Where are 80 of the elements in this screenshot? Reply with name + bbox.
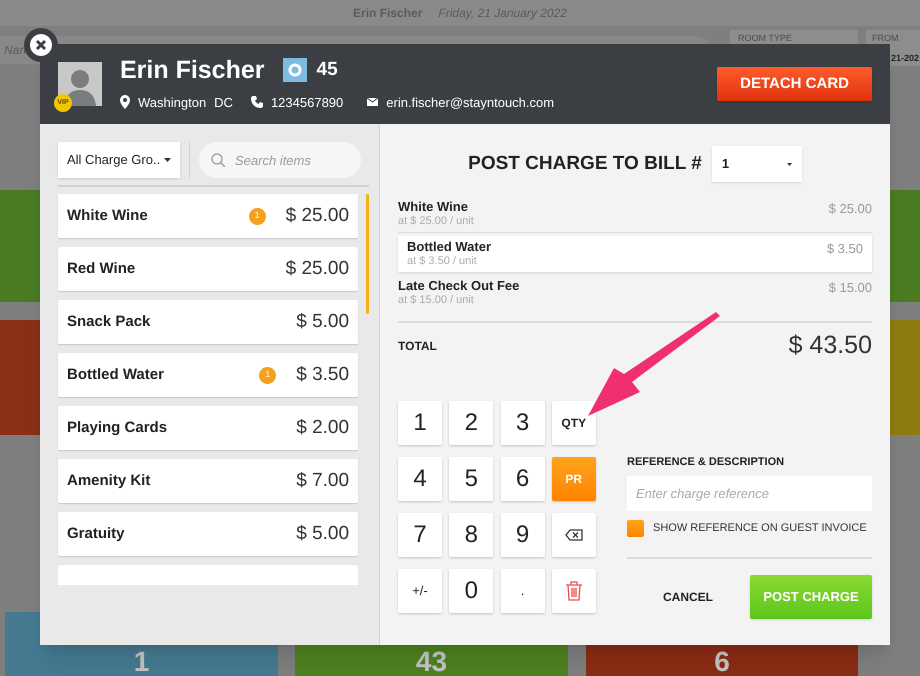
item-name: Bottled Water xyxy=(67,364,165,385)
item-name: Red Wine xyxy=(67,258,136,279)
item-price: $ 7.00 xyxy=(296,468,350,493)
caret-icon xyxy=(786,162,792,166)
charge-item[interactable]: White Wine 1 $ 25.00 xyxy=(58,194,358,238)
reference-label: REFERENCE & DESCRIPTION xyxy=(627,454,786,470)
keypad-key[interactable]: 5 xyxy=(449,456,494,501)
keypad-key[interactable]: 2 xyxy=(449,400,494,444)
item-price: $ 25.00 xyxy=(286,256,350,281)
line-amount: $ 3.50 xyxy=(826,240,863,258)
keypad-key[interactable]: QTY xyxy=(552,400,596,444)
line-name: White Wine xyxy=(398,199,469,216)
room-number: 45 xyxy=(316,58,338,82)
field-label: ROOM TYPE xyxy=(738,33,793,43)
guest-city: Washington xyxy=(138,94,206,112)
checkbox[interactable] xyxy=(627,520,644,537)
line-unit-price: at $ 25.00 / unit xyxy=(398,215,474,229)
room-icon xyxy=(282,58,306,82)
line-name: Late Check Out Fee xyxy=(398,278,520,294)
bill-title: POST CHARGE TO BILL # xyxy=(468,152,702,176)
keypad-key[interactable]: . xyxy=(500,568,544,613)
guest-email: erin.fischer@stayntouch.com xyxy=(386,94,554,112)
item-price: $ 5.00 xyxy=(296,522,350,546)
keypad-key[interactable]: 4 xyxy=(398,456,442,501)
charge-item[interactable]: Snack Pack $ 5.00 xyxy=(58,300,358,344)
keypad-key[interactable]: 9 xyxy=(500,512,544,557)
count-badge: 1 xyxy=(259,366,276,384)
item-price: $ 3.50 xyxy=(296,362,350,387)
keypad-key[interactable]: 3 xyxy=(500,400,544,444)
keypad-key[interactable]: 8 xyxy=(449,512,494,557)
field-label: FROM xyxy=(872,33,900,43)
total-label: TOTAL xyxy=(398,338,437,355)
item-name: Gratuity xyxy=(67,524,126,544)
charge-item[interactable]: Red Wine $ 25.00 xyxy=(58,247,358,291)
item-price: $ 25.00 xyxy=(286,204,350,228)
item-name: White Wine xyxy=(67,206,149,226)
line-amount: $ 15.00 xyxy=(828,279,872,297)
search-field[interactable]: Search items xyxy=(199,142,361,178)
line-unit-price: at $ 15.00 / unit xyxy=(398,294,475,308)
charge-item[interactable]: Gratuity $ 5.00 xyxy=(58,512,358,556)
guest-phone: 1234567890 xyxy=(270,94,344,112)
envelope-icon xyxy=(367,98,378,106)
charge-group-dropdown[interactable]: All Charge Gro.. xyxy=(58,142,180,178)
keypad-key[interactable]: 7 xyxy=(398,512,442,557)
backspace-icon xyxy=(564,528,583,541)
checkbox-label: SHOW REFERENCE ON GUEST INVOICE xyxy=(653,521,867,536)
charge-line[interactable]: White Wine at $ 25.00 / unit $ 25.00 xyxy=(398,196,872,233)
item-name: Snack Pack xyxy=(67,312,152,332)
keypad-key[interactable]: 1 xyxy=(398,400,442,444)
charge-line[interactable]: Late Check Out Fee at $ 15.00 / unit $ 15.00 xyxy=(398,275,872,311)
caret-icon xyxy=(164,158,171,162)
keypad-key[interactable]: 6 xyxy=(500,456,544,501)
guest-name: Erin Fischer xyxy=(120,58,264,83)
close-icon xyxy=(30,34,52,56)
phone-icon xyxy=(250,96,263,108)
guest-state: DC xyxy=(214,94,233,112)
item-price: $ 2.00 xyxy=(296,416,350,440)
cancel-button[interactable]: CANCEL xyxy=(663,588,713,606)
search-icon xyxy=(211,153,225,167)
item-price: $ 5.00 xyxy=(296,310,350,334)
line-amount: $ 25.00 xyxy=(828,200,872,218)
charge-item[interactable]: Bottled Water 1 $ 3.50 xyxy=(58,353,358,397)
keypad-key[interactable]: +/- xyxy=(398,568,442,613)
item-name: Playing Cards xyxy=(67,418,168,438)
charge-item[interactable]: Playing Cards $ 2.00 xyxy=(58,406,358,450)
trash-icon xyxy=(564,580,583,601)
charge-item[interactable]: Amenity Kit $ 7.00 xyxy=(58,459,358,503)
backspace-button[interactable] xyxy=(552,512,596,557)
field-value: 21-202 xyxy=(891,52,919,65)
location-pin-icon xyxy=(120,95,130,110)
detach-card-button[interactable]: DETACH CARD xyxy=(717,67,872,101)
line-name: Bottled Water xyxy=(407,239,492,256)
reference-field[interactable]: Enter charge reference xyxy=(627,476,872,511)
bill-number-dropdown[interactable]: 1 xyxy=(712,146,802,182)
total-amount: $ 43.50 xyxy=(788,330,872,361)
keypad-key[interactable]: 0 xyxy=(449,568,494,613)
line-unit-price: at $ 3.50 / unit xyxy=(407,255,478,269)
item-name: Amenity Kit xyxy=(67,470,152,491)
count-badge: 1 xyxy=(248,208,266,224)
delete-button[interactable] xyxy=(552,568,596,613)
